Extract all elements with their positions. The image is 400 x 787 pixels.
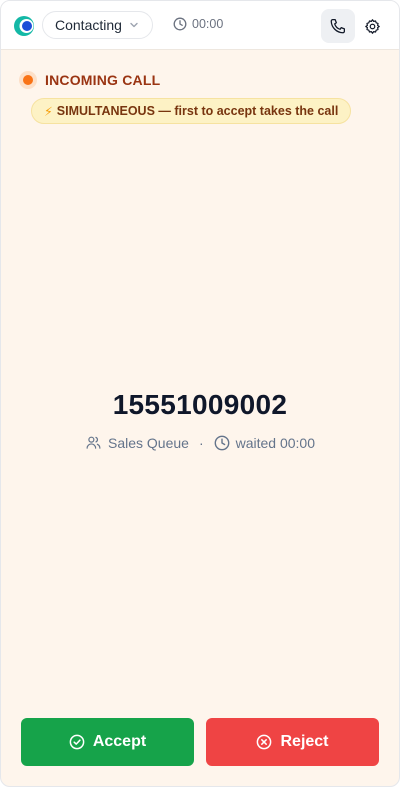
accept-label: Accept [92, 733, 147, 750]
ring-mode-badge: ⚡ SIMULTANEOUS — first to accept takes t… [31, 98, 352, 124]
phone-icon [330, 18, 346, 34]
ring-mode-text: SIMULTANEOUS — first to accept takes the… [56, 104, 339, 118]
agent-status-dropdown[interactable]: Contacting [42, 11, 153, 39]
incoming-indicator-icon [19, 71, 37, 89]
app-logo-icon [14, 16, 34, 36]
clock-icon [214, 435, 230, 450]
softphone-window: Contacting 00:00 INCOMING CALL ⚡ SIMULTA… [0, 0, 400, 787]
users-icon [86, 436, 101, 449]
wait-time: waited 00:00 [235, 434, 316, 451]
call-timer: 00:00 [173, 17, 223, 31]
gear-icon [364, 18, 380, 34]
queue-name: Sales Queue [107, 434, 189, 451]
accept-button[interactable]: Accept [21, 718, 194, 766]
top-bar: Contacting 00:00 [1, 1, 399, 50]
settings-button[interactable] [355, 9, 389, 43]
timer-value: 00:00 [192, 17, 224, 31]
incoming-call-header: INCOMING CALL [19, 71, 160, 89]
incoming-call-label: INCOMING CALL [45, 72, 161, 88]
phone-button[interactable] [321, 9, 355, 43]
agent-status-label: Contacting [55, 17, 122, 33]
clock-icon [173, 17, 187, 31]
caller-number: 15551009002 [112, 389, 288, 420]
chevron-down-icon [130, 22, 138, 28]
reject-label: Reject [280, 733, 329, 750]
reject-button[interactable]: Reject [206, 718, 379, 766]
lightning-bolt-icon: ⚡ [44, 104, 53, 119]
x-circle-icon [257, 734, 272, 750]
caller-meta: Sales Queue · waited 00:00 [1, 434, 399, 451]
meta-separator: · [198, 434, 204, 451]
check-circle-icon [69, 734, 85, 750]
